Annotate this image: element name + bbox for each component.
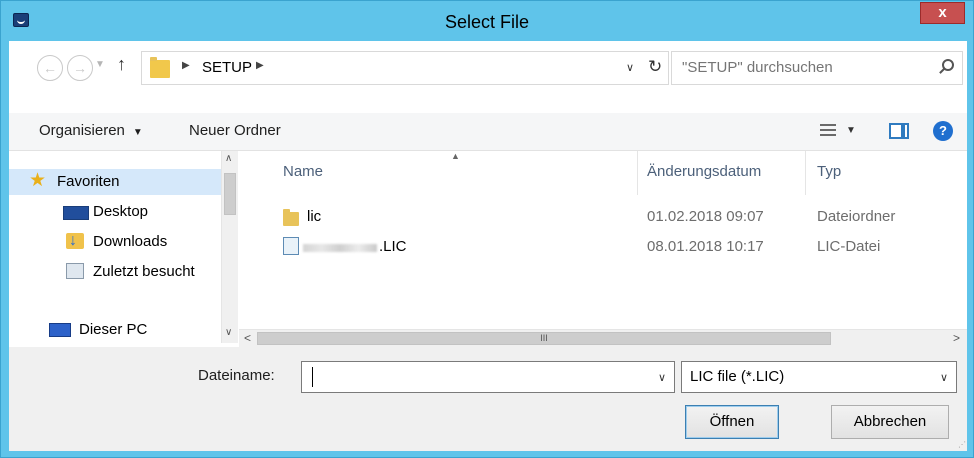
filetype-select[interactable]: LIC file (*.LIC) ∨ [681, 361, 957, 393]
scroll-up-icon[interactable]: ∧ [225, 153, 232, 164]
file-name: lic [307, 208, 322, 225]
select-file-dialog: Select File x ← → ▼ ↑ ▶ SETUP ▶ ∨ ↻ "SET… [0, 0, 974, 458]
sort-ascending-icon: ▲ [451, 151, 460, 161]
file-type: LIC-Datei [817, 238, 881, 255]
window-title: Select File [444, 12, 530, 32]
nav-item-this-pc[interactable]: Dieser PC [9, 317, 221, 343]
file-list: Name ▲ Änderungsdatum Typ lic 01.02.2018… [239, 151, 967, 329]
column-label: Änderungsdatum [647, 163, 762, 180]
filename-label: Dateiname: [198, 367, 275, 384]
file-row-lic-file[interactable]: .LIC 08.01.2018 10:17 LIC-Datei [239, 233, 967, 263]
organize-label: Organisieren [39, 122, 125, 139]
refresh-icon[interactable]: ↻ [648, 57, 662, 77]
star-icon: ★ [29, 170, 47, 191]
column-header-name[interactable]: Name ▲ [239, 151, 637, 195]
redacted-filename [303, 244, 377, 252]
dialog-client: ← → ▼ ↑ ▶ SETUP ▶ ∨ ↻ Organisieren ▼ Neue… [9, 41, 967, 451]
change-view-icon[interactable] [820, 123, 836, 137]
help-icon[interactable]: ? [933, 121, 953, 141]
scrollbar-thumb[interactable] [224, 173, 236, 215]
computer-icon [49, 323, 71, 337]
search-icon[interactable] [942, 59, 954, 71]
open-button[interactable]: Öffnen [685, 405, 779, 439]
nav-item-favorites[interactable]: ★ Favoriten [9, 169, 221, 195]
file-name: .LIC [379, 238, 407, 255]
address-bar[interactable]: ▶ SETUP ▶ ∨ ↻ [141, 51, 669, 85]
desktop-icon [63, 206, 89, 220]
nav-label: Zuletzt besucht [93, 263, 195, 280]
file-type: Dateiordner [817, 208, 896, 225]
breadcrumb-setup[interactable]: SETUP [202, 59, 252, 76]
nav-label: Downloads [93, 233, 168, 250]
horizontal-scrollbar[interactable]: < III > [239, 329, 967, 347]
view-options-dropdown-icon[interactable]: ▼ [846, 125, 856, 136]
close-button[interactable]: x [920, 2, 965, 24]
address-row: ← → ▼ ↑ ▶ SETUP ▶ ∨ ↻ [9, 41, 967, 113]
preview-pane-icon[interactable] [889, 123, 909, 139]
chevron-right-icon[interactable]: ▶ [256, 60, 264, 71]
file-row-lic-folder[interactable]: lic 01.02.2018 09:07 Dateiordner [239, 203, 967, 233]
address-dropdown-icon[interactable]: ∨ [626, 61, 634, 74]
chevron-down-icon[interactable]: ∨ [658, 371, 666, 384]
nav-item-downloads[interactable]: Downloads [9, 229, 221, 255]
chevron-down-icon: ▼ [132, 127, 143, 138]
back-button[interactable]: ← [37, 55, 63, 81]
nav-item-recent[interactable]: Zuletzt besucht [9, 259, 221, 285]
filename-input[interactable] [308, 368, 638, 388]
nav-item-desktop[interactable]: Desktop [9, 199, 221, 225]
nav-label: Favoriten [57, 173, 120, 190]
scroll-right-icon[interactable]: > [953, 331, 960, 345]
new-folder-button[interactable]: Neuer Ordner [189, 122, 281, 139]
file-date: 08.01.2018 10:17 [647, 238, 764, 255]
file-date: 01.02.2018 09:07 [647, 208, 764, 225]
column-header-type[interactable]: Typ [805, 151, 967, 195]
navigation-scrollbar[interactable]: ∧ ∨ [221, 151, 238, 343]
organize-menu[interactable]: Organisieren ▼ [39, 122, 143, 139]
column-label: Name [283, 163, 324, 180]
filename-combobox[interactable]: ∨ [301, 361, 675, 393]
nav-label: Dieser PC [79, 321, 148, 338]
lic-file-icon [283, 237, 299, 255]
filetype-value: LIC file (*.LIC) [690, 368, 785, 385]
scroll-left-icon[interactable]: < [244, 331, 251, 345]
scrollbar-thumb[interactable]: III [257, 332, 831, 345]
column-header-date[interactable]: Änderungsdatum [637, 151, 805, 195]
title-bar[interactable]: Select File x [1, 1, 973, 41]
recent-places-icon [66, 263, 84, 279]
chevron-down-icon[interactable]: ∨ [940, 371, 948, 384]
command-toolbar: Organisieren ▼ Neuer Ordner ▼ ? [9, 113, 967, 151]
resize-grip-icon[interactable]: ⋰ [958, 440, 966, 449]
up-folder-button[interactable]: ↑ [117, 54, 126, 75]
downloads-icon [66, 232, 84, 250]
search-input[interactable] [682, 59, 922, 76]
nav-label: Desktop [93, 203, 149, 220]
scroll-down-icon[interactable]: ∨ [225, 327, 232, 338]
column-label: Typ [817, 163, 842, 180]
folder-icon [283, 209, 299, 226]
forward-button[interactable]: → [67, 55, 93, 81]
navigation-pane: ★ Favoriten Desktop Downloads Zuletzt be… [9, 151, 221, 343]
chevron-right-icon[interactable]: ▶ [182, 60, 190, 71]
dialog-footer: Dateiname: ∨ LIC file (*.LIC) ∨ Öffnen A… [9, 347, 967, 451]
folder-icon [150, 57, 170, 78]
recent-locations-dropdown-icon[interactable]: ▼ [95, 59, 105, 70]
search-box[interactable] [671, 51, 963, 85]
cancel-button[interactable]: Abbrechen [831, 405, 949, 439]
